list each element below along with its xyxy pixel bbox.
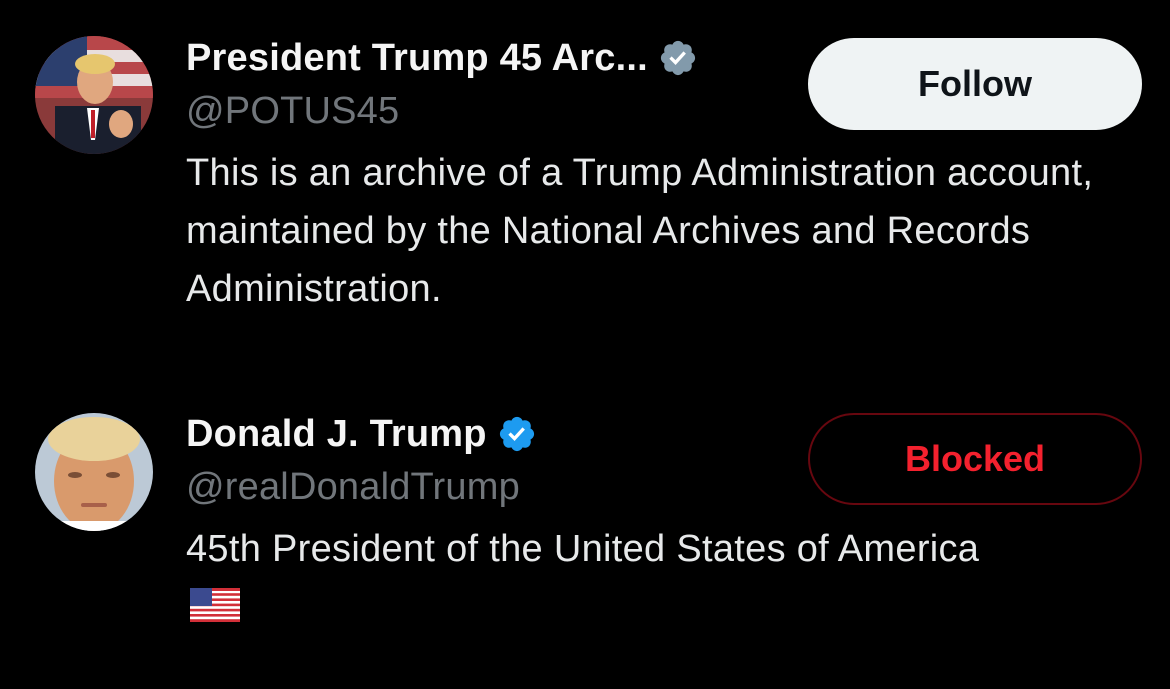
follow-button[interactable]: Follow <box>808 38 1142 130</box>
avatar-image-icon <box>35 413 153 531</box>
user-cell-realdonaldtrump[interactable]: Donald J. Trump @realDonaldTrump 45th Pr… <box>0 360 1170 689</box>
verified-gray-badge-icon <box>660 40 695 76</box>
user-cell-potus45[interactable]: President Trump 45 Arc... @POTUS45 This … <box>0 0 1170 340</box>
bio-text: 45th President of the United States of A… <box>186 528 980 570</box>
display-name[interactable]: Donald J. Trump <box>186 413 487 456</box>
avatar-image-icon <box>35 36 153 154</box>
bio: 45th President of the United States of A… <box>186 520 986 636</box>
bio: This is an archive of a Trump Administra… <box>186 152 1094 310</box>
blocked-button[interactable]: Blocked <box>808 413 1142 505</box>
avatar[interactable] <box>35 36 153 154</box>
avatar[interactable] <box>35 413 153 531</box>
us-flag-emoji-icon <box>190 588 240 622</box>
display-name[interactable]: President Trump 45 Arc... <box>186 37 648 80</box>
verified-blue-badge-icon <box>499 416 534 452</box>
